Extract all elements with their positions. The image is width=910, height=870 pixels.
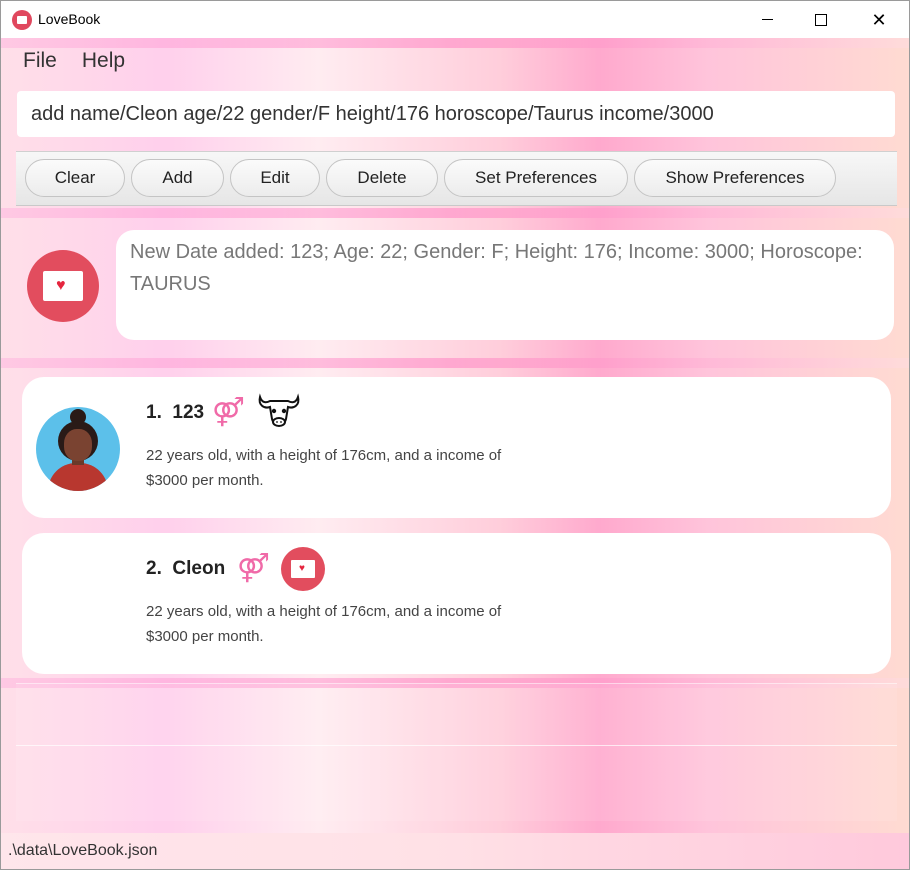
envelope-heart-icon: ♥	[281, 547, 325, 591]
menu-bar: File Help	[1, 38, 128, 84]
result-panel: ♥ New Date added: 123; Age: 22; Gender: …	[1, 213, 909, 355]
female-icon: ⚤	[237, 552, 270, 583]
app-logo-icon	[12, 10, 32, 30]
date-card[interactable]: 2. Cleon ⚤ ♥ 22 years old, with a height…	[22, 533, 891, 674]
main-content: File Help add name/Cleon age/22 gender/F…	[1, 38, 909, 869]
close-button[interactable]: ✕	[856, 1, 902, 38]
data-file-path: .\data\LoveBook.json	[8, 842, 158, 859]
date-index: 2.	[146, 558, 162, 579]
divider	[16, 745, 897, 746]
empty-list-area	[16, 683, 897, 821]
delete-button[interactable]: Delete	[326, 159, 438, 197]
avatar-body	[48, 463, 108, 491]
add-button[interactable]: Add	[131, 159, 224, 197]
date-name-text: 123	[172, 402, 205, 423]
decorative-band	[1, 358, 909, 368]
avatar	[36, 407, 120, 491]
date-card[interactable]: 1. 123 ⚤ 22 years old, with a height of …	[22, 377, 891, 518]
date-name: 2. Cleon	[146, 558, 225, 580]
date-name-text: Cleon	[172, 558, 226, 579]
app-window: LoveBook ✕ File Help add name/Cleon age/…	[0, 0, 910, 870]
edit-button[interactable]: Edit	[230, 159, 320, 197]
avatar-face	[64, 429, 92, 461]
date-name: 1. 123	[146, 402, 204, 424]
heart-icon: ♥	[299, 563, 305, 574]
title-bar[interactable]: LoveBook ✕	[1, 1, 909, 38]
command-input[interactable]: add name/Cleon age/22 gender/F height/17…	[17, 91, 895, 137]
toolbar: Clear Add Edit Delete Set Preferences Sh…	[16, 151, 897, 206]
clear-button[interactable]: Clear	[25, 159, 125, 197]
envelope-heart-icon: ♥	[27, 250, 99, 322]
date-index: 1.	[146, 402, 162, 423]
maximize-button[interactable]	[798, 1, 844, 38]
envelope-shape: ♥	[291, 560, 315, 578]
status-bar: .\data\LoveBook.json	[1, 833, 909, 869]
set-preferences-button[interactable]: Set Preferences	[444, 159, 628, 197]
date-description: 22 years old, with a height of 176cm, an…	[146, 447, 502, 489]
minimize-button[interactable]	[744, 1, 790, 38]
window-title: LoveBook	[38, 11, 101, 27]
envelope-shape: ♥	[43, 271, 83, 301]
show-preferences-button[interactable]: Show Preferences	[634, 159, 836, 197]
female-icon: ⚤	[212, 396, 245, 427]
menu-file[interactable]: File	[23, 49, 57, 73]
menu-help[interactable]: Help	[82, 49, 125, 73]
result-message: New Date added: 123; Age: 22; Gender: F;…	[116, 230, 894, 340]
date-description: 22 years old, with a height of 176cm, an…	[146, 603, 502, 645]
taurus-bull-icon	[258, 393, 300, 427]
decorative-band	[1, 38, 909, 48]
heart-icon: ♥	[56, 277, 66, 294]
close-icon: ✕	[871, 9, 887, 30]
